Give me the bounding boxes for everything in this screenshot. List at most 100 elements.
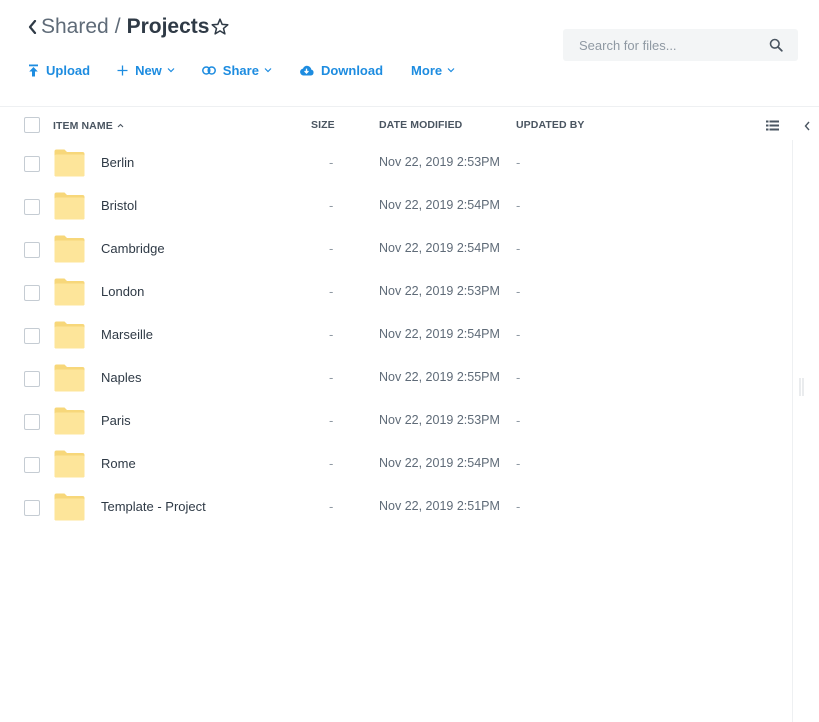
folder-icon [54, 148, 85, 177]
column-header-size[interactable]: SIZE [311, 119, 335, 131]
table-row[interactable]: Template - Project - Nov 22, 2019 2:51PM - [0, 486, 790, 529]
breadcrumb-separator: / [114, 15, 121, 38]
item-name[interactable]: Marseille [101, 327, 153, 342]
upload-icon [28, 64, 39, 77]
row-checkbox[interactable] [24, 328, 40, 344]
back-chevron-icon[interactable] [24, 18, 40, 36]
item-updated-by: - [516, 198, 521, 213]
search-box [563, 29, 798, 61]
folder-icon [54, 449, 85, 478]
folder-icon [54, 363, 85, 392]
upload-button[interactable]: Upload [28, 63, 90, 78]
more-label: More [411, 62, 443, 78]
row-checkbox[interactable] [24, 242, 40, 258]
row-checkbox[interactable] [24, 156, 40, 172]
item-date-modified: Nov 22, 2019 2:53PM [379, 155, 500, 169]
row-checkbox[interactable] [24, 285, 40, 301]
column-header-name[interactable]: ITEM NAME [53, 119, 124, 132]
more-button[interactable]: More [411, 63, 455, 78]
item-date-modified: Nov 22, 2019 2:54PM [379, 198, 500, 212]
download-button[interactable]: Download [299, 63, 383, 78]
folder-icon [54, 492, 85, 521]
upload-label: Upload [46, 62, 91, 78]
item-size: - [329, 370, 334, 385]
folder-icon [54, 320, 85, 349]
search-input[interactable] [579, 29, 759, 61]
item-updated-by: - [516, 284, 521, 299]
item-date-modified: Nov 22, 2019 2:54PM [379, 456, 500, 470]
item-updated-by: - [516, 413, 521, 428]
cloud-download-icon [299, 65, 314, 76]
item-updated-by: - [516, 370, 521, 385]
item-updated-by: - [516, 456, 521, 471]
column-header-updated-by[interactable]: UPDATED BY [516, 119, 584, 131]
item-size: - [329, 198, 334, 213]
row-checkbox[interactable] [24, 414, 40, 430]
item-size: - [329, 155, 334, 170]
select-all-checkbox[interactable] [24, 117, 40, 133]
folder-icon [54, 234, 85, 263]
breadcrumb-parent-link[interactable]: Shared [41, 15, 109, 38]
item-size: - [329, 413, 334, 428]
table-row[interactable]: Rome - Nov 22, 2019 2:54PM - [0, 443, 790, 486]
chevron-down-icon [447, 67, 455, 73]
item-updated-by: - [516, 155, 521, 170]
column-header-name-label: ITEM NAME [53, 120, 113, 132]
table-row[interactable]: Marseille - Nov 22, 2019 2:54PM - [0, 314, 790, 357]
table-row[interactable]: Paris - Nov 22, 2019 2:53PM - [0, 400, 790, 443]
row-checkbox[interactable] [24, 500, 40, 516]
table-row[interactable]: London - Nov 22, 2019 2:53PM - [0, 271, 790, 314]
new-button[interactable]: New [117, 63, 175, 78]
toolbar: Upload New Share Download More [28, 60, 455, 80]
plus-icon [117, 65, 128, 76]
sort-ascending-icon [117, 119, 124, 131]
item-date-modified: Nov 22, 2019 2:54PM [379, 241, 500, 255]
breadcrumb: Shared / Projects [41, 14, 209, 40]
star-icon[interactable] [210, 17, 230, 37]
row-checkbox[interactable] [24, 199, 40, 215]
list-view-icon[interactable] [766, 118, 779, 131]
row-checkbox[interactable] [24, 371, 40, 387]
item-name[interactable]: Naples [101, 370, 141, 385]
item-updated-by: - [516, 327, 521, 342]
item-date-modified: Nov 22, 2019 2:53PM [379, 413, 500, 427]
share-label: Share [222, 62, 259, 78]
download-label: Download [320, 62, 384, 78]
table-row[interactable]: Bristol - Nov 22, 2019 2:54PM - [0, 185, 790, 228]
item-name[interactable]: London [101, 284, 144, 299]
item-name[interactable]: Cambridge [101, 241, 165, 256]
table-row[interactable]: Berlin - Nov 22, 2019 2:53PM - [0, 142, 790, 185]
row-checkbox[interactable] [24, 457, 40, 473]
details-panel-border [792, 140, 793, 722]
table-row[interactable]: Cambridge - Nov 22, 2019 2:54PM - [0, 228, 790, 271]
header-divider [0, 106, 819, 107]
new-label: New [135, 62, 162, 78]
chevron-down-icon [167, 67, 175, 73]
item-date-modified: Nov 22, 2019 2:55PM [379, 370, 500, 384]
item-size: - [329, 327, 334, 342]
item-name[interactable]: Template - Project [101, 499, 206, 514]
page-title: Projects [126, 15, 210, 38]
item-name[interactable]: Rome [101, 456, 136, 471]
item-date-modified: Nov 22, 2019 2:51PM [379, 499, 500, 513]
chevron-down-icon [264, 67, 272, 73]
item-date-modified: Nov 22, 2019 2:54PM [379, 327, 500, 341]
resize-handle[interactable] [799, 378, 804, 396]
search-icon[interactable] [769, 38, 783, 52]
folder-icon [54, 191, 85, 220]
item-size: - [329, 241, 334, 256]
table-row[interactable]: Naples - Nov 22, 2019 2:55PM - [0, 357, 790, 400]
column-header-date[interactable]: DATE MODIFIED [379, 119, 462, 131]
item-updated-by: - [516, 241, 521, 256]
share-button[interactable]: Share [201, 62, 272, 78]
item-size: - [329, 284, 334, 299]
folder-icon [54, 277, 85, 306]
folder-icon [54, 406, 85, 435]
item-updated-by: - [516, 499, 521, 514]
item-name[interactable]: Berlin [101, 155, 134, 170]
link-icon [201, 65, 216, 75]
collapse-panel-chevron-icon[interactable] [803, 119, 811, 131]
item-size: - [329, 499, 334, 514]
item-name[interactable]: Bristol [101, 198, 137, 213]
item-name[interactable]: Paris [101, 413, 131, 428]
